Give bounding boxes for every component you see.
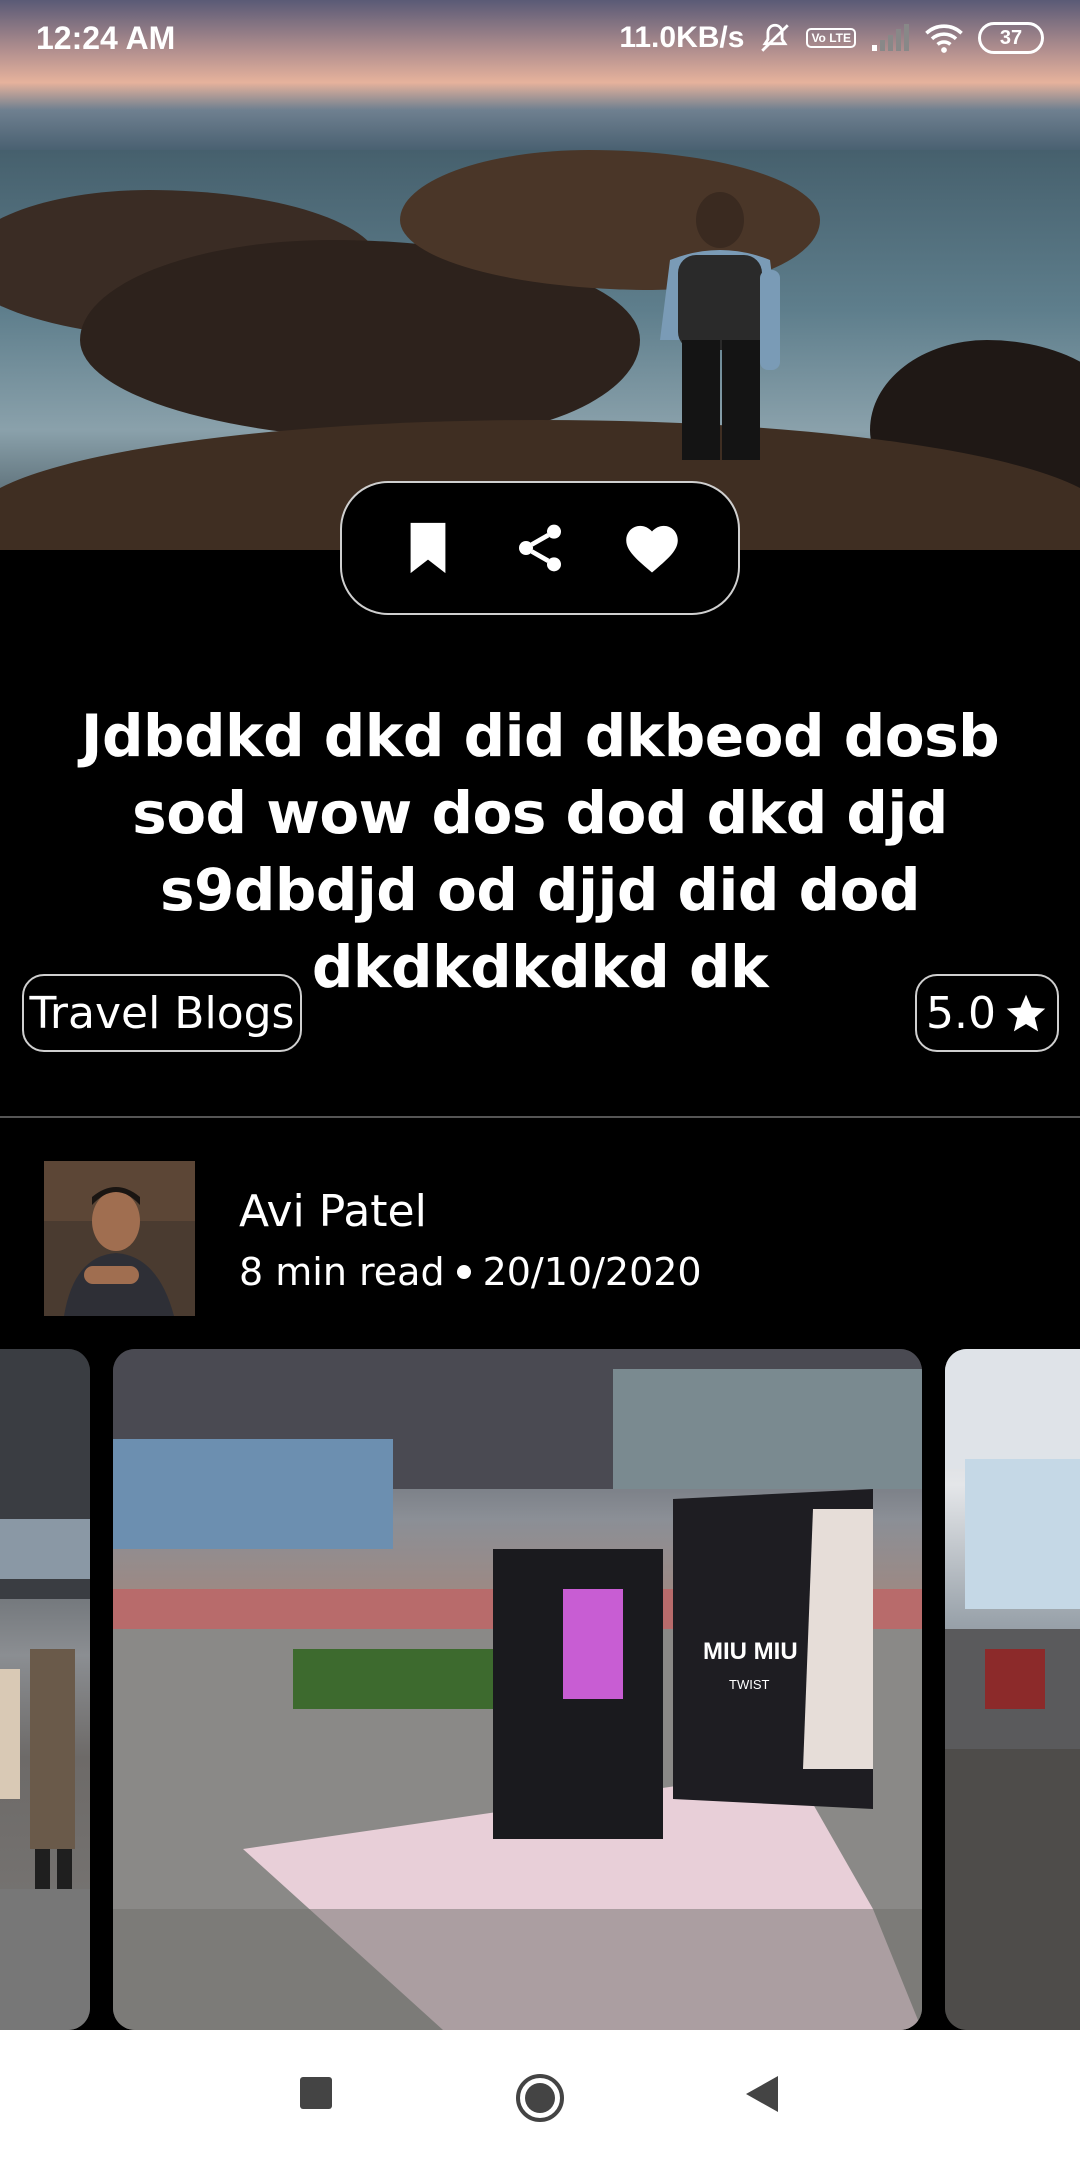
read-time: 8 min read bbox=[239, 1250, 445, 1294]
wifi-icon bbox=[924, 22, 964, 54]
network-speed: 11.0KB/s bbox=[619, 21, 745, 54]
author-meta: 8 min read 20/10/2020 bbox=[239, 1250, 702, 1294]
lte-icon: Vo LTE bbox=[806, 28, 856, 48]
airport-people-image bbox=[0, 1349, 90, 2030]
system-nav-bar bbox=[0, 2030, 1080, 2160]
carousel-slide-previous[interactable] bbox=[0, 1349, 90, 2030]
status-icons: 11.0KB/s Vo LTE 37 bbox=[619, 21, 1044, 55]
category-label: Travel Blogs bbox=[29, 987, 295, 1039]
back-button[interactable] bbox=[740, 2072, 784, 2116]
store-subsign: TWIST bbox=[729, 1677, 769, 1692]
share-icon bbox=[519, 524, 561, 572]
post-date: 20/10/2020 bbox=[482, 1250, 702, 1294]
post-title: Jdbdkd dkd did dkbeod dosb sod wow dos d… bbox=[80, 702, 1000, 1001]
star-icon bbox=[1006, 994, 1046, 1032]
hero-image bbox=[0, 0, 1080, 550]
avatar[interactable] bbox=[44, 1161, 195, 1316]
bookmark-icon bbox=[410, 522, 446, 574]
battery-icon: 37 bbox=[978, 22, 1044, 54]
divider bbox=[0, 1116, 1080, 1118]
airport-hall-image bbox=[945, 1349, 1080, 2030]
status-bar: 12:24 AM 11.0KB/s Vo LTE 37 bbox=[0, 0, 1080, 76]
carousel-slide-current[interactable]: MIU MIU TWIST bbox=[113, 1349, 922, 2030]
author-name[interactable]: Avi Patel bbox=[239, 1186, 427, 1237]
rating-value: 5.0 bbox=[926, 987, 996, 1039]
recents-icon bbox=[300, 2077, 332, 2109]
hero-person bbox=[660, 192, 780, 460]
carousel-slide-next[interactable] bbox=[945, 1349, 1080, 2030]
home-button[interactable] bbox=[512, 2070, 568, 2126]
back-icon bbox=[746, 2076, 778, 2112]
status-time: 12:24 AM bbox=[36, 19, 176, 56]
mute-icon bbox=[758, 21, 792, 55]
separator-dot bbox=[456, 1265, 471, 1279]
signal-icon bbox=[870, 23, 910, 53]
heart-icon bbox=[626, 525, 678, 573]
store-sign: MIU MIU bbox=[703, 1638, 798, 1665]
rating-chip: 5.0 bbox=[915, 974, 1059, 1052]
like-button[interactable] bbox=[612, 508, 692, 588]
action-bar bbox=[340, 481, 740, 615]
category-chip[interactable]: Travel Blogs bbox=[22, 974, 302, 1052]
airport-store-image: MIU MIU TWIST bbox=[113, 1349, 922, 2030]
recents-button[interactable] bbox=[296, 2073, 336, 2113]
image-carousel[interactable]: MIU MIU TWIST bbox=[0, 1349, 1080, 2030]
avatar-photo bbox=[44, 1161, 195, 1316]
home-icon bbox=[516, 2074, 564, 2122]
share-button[interactable] bbox=[500, 508, 580, 588]
bookmark-button[interactable] bbox=[388, 508, 468, 588]
